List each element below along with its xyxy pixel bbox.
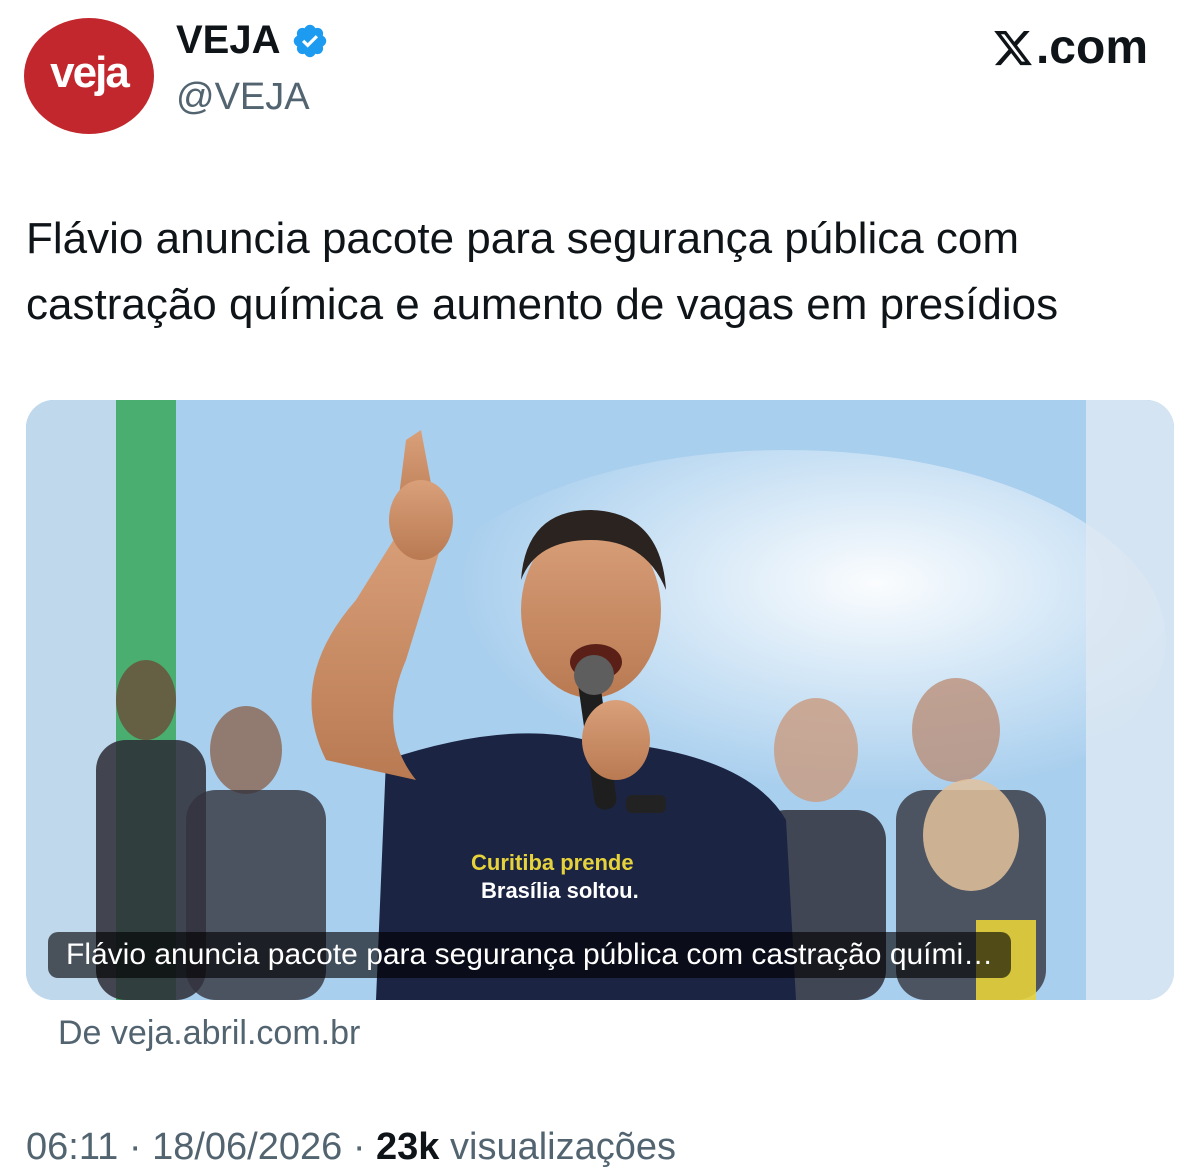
brand-text: .com: [1035, 21, 1148, 74]
tweet-text: Flávio anuncia pacote para segurança púb…: [26, 206, 1186, 338]
tweet-time[interactable]: 06:11: [26, 1126, 118, 1168]
shirt-text-line2: Brasília soltou.: [481, 878, 639, 903]
media-caption: Flávio anuncia pacote para segurança púb…: [48, 932, 1012, 978]
source-link[interactable]: De veja.abril.com.br: [58, 1014, 360, 1053]
x-logo-icon: [994, 30, 1032, 65]
link-card-media[interactable]: Curitiba prende Brasília soltou. Flávio …: [26, 400, 1174, 1000]
verified-badge-icon[interactable]: [291, 22, 329, 60]
tweet-text-line: Flávio anuncia pacote para segurança púb…: [26, 214, 1020, 263]
meta-separator: ·: [128, 1126, 142, 1168]
meta-separator: ·: [352, 1126, 366, 1168]
shirt-text-line1: Curitiba prende: [471, 850, 634, 875]
tweet-text-line: castração química e aumento de vagas em …: [26, 280, 1059, 329]
views-count[interactable]: 23k: [376, 1126, 439, 1168]
avatar-logo-text: veja: [50, 48, 130, 97]
display-name[interactable]: VEJA: [176, 18, 281, 63]
article-photo: Curitiba prende Brasília soltou.: [26, 400, 1174, 1000]
author-name-row: VEJA: [176, 18, 329, 63]
x-brand: .com: [992, 20, 1148, 75]
views-label[interactable]: visualizações: [450, 1126, 676, 1168]
tweet-date[interactable]: 18/06/2026: [152, 1126, 342, 1168]
user-handle[interactable]: @VEJA: [176, 76, 310, 119]
tweet-meta: 06:11 · 18/06/2026 · 23k visualizações: [26, 1126, 676, 1169]
avatar[interactable]: veja: [24, 18, 154, 134]
